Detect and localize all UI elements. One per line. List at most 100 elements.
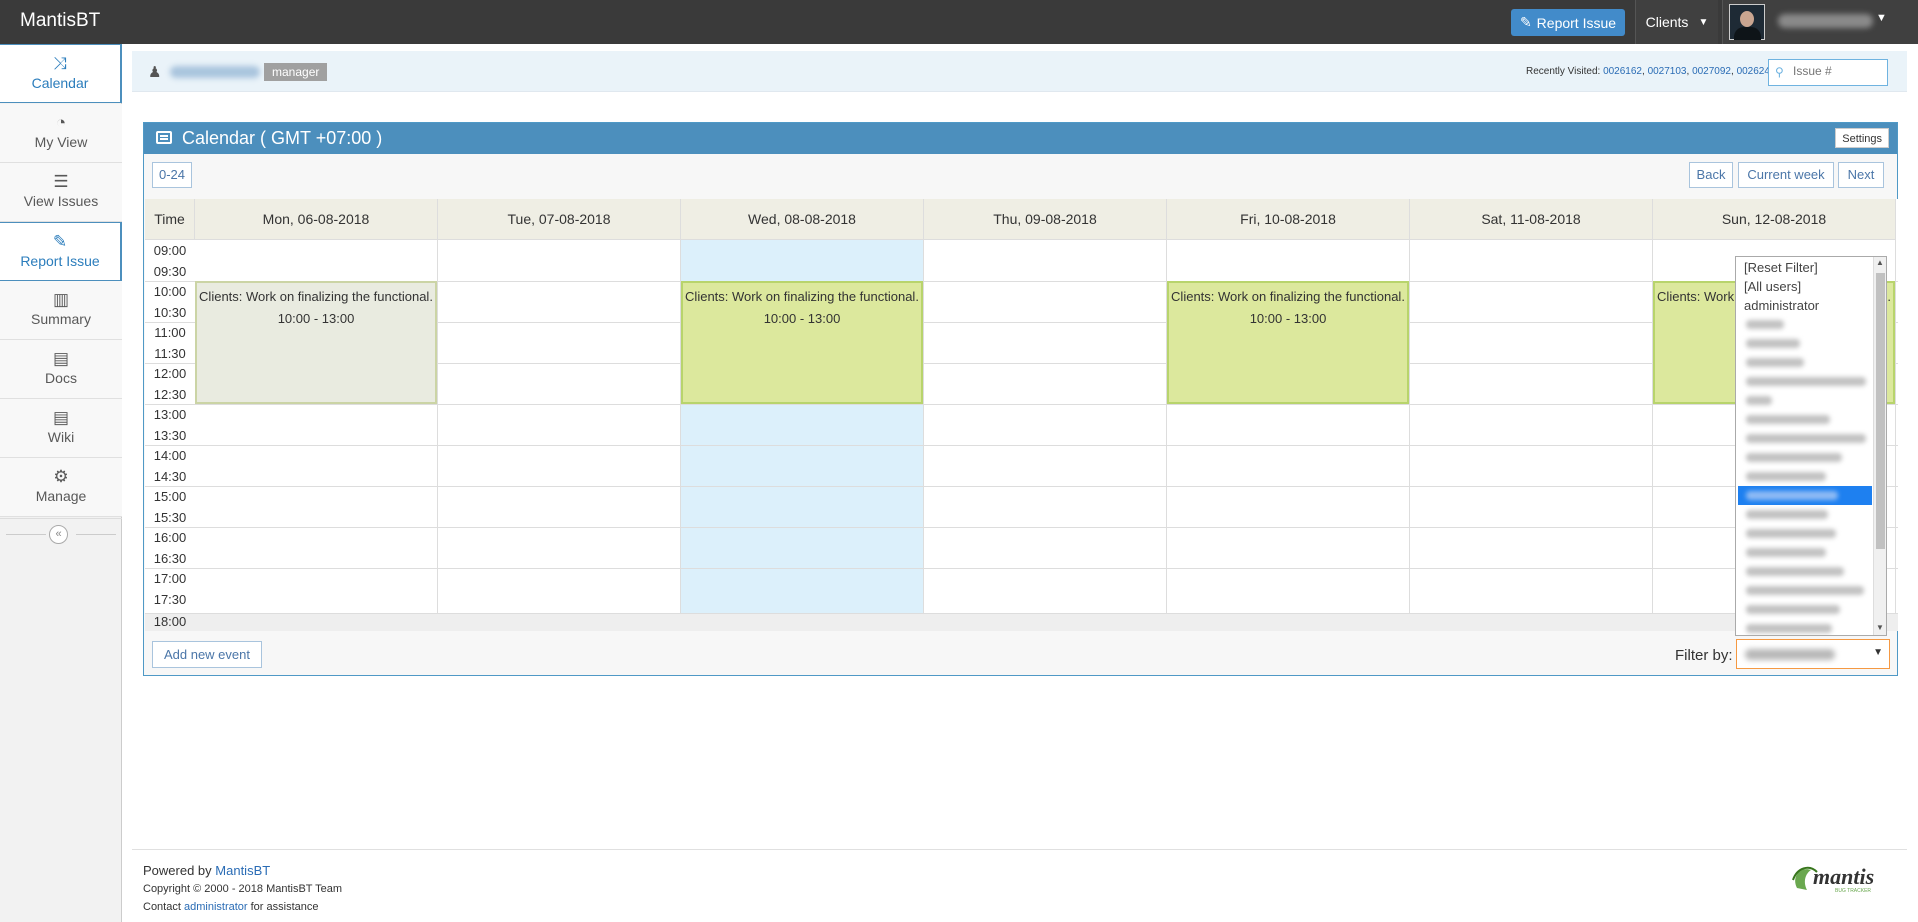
day-header: Sun, 12-08-2018 — [1653, 199, 1896, 240]
calendar-icon — [156, 131, 172, 144]
dropdown-option-redacted[interactable] — [1738, 429, 1872, 448]
calendar-grid: Time Mon, 06-08-2018 Tue, 07-08-2018 Wed, 0… — [145, 199, 1898, 631]
dropdown-option-redacted[interactable] — [1738, 600, 1872, 619]
filter-dropdown-list[interactable]: ▲ ▼ [Reset Filter] [All users] administrat… — [1735, 256, 1887, 636]
scroll-up-icon[interactable]: ▲ — [1876, 258, 1884, 267]
day-header: Fri, 10-08-2018 — [1167, 199, 1410, 240]
svg-text:BUG TRACKER: BUG TRACKER — [1835, 888, 1871, 894]
time-slot-label: 12:00 — [153, 366, 187, 381]
time-slot-label: 18:00 — [153, 614, 187, 629]
sidebar-item-label: Report Issue — [20, 253, 100, 269]
sidebar-item-summary[interactable]: ▥ Summary — [0, 281, 122, 340]
chevron-down-icon: ▼ — [1698, 16, 1709, 28]
recent-issue-link[interactable]: 0027092 — [1692, 66, 1731, 77]
issue-number-input[interactable] — [1791, 63, 1881, 79]
event-time: 10:00 - 13:00 — [763, 311, 841, 326]
book-icon: ▤ — [52, 349, 70, 368]
edit-icon: ✎ — [1519, 14, 1532, 30]
time-slot-label: 09:30 — [153, 263, 187, 279]
top-navbar: MantisBT ✎ Report Issue Clients ▼ ▼ — [0, 0, 1918, 44]
user-name-redacted — [1778, 14, 1873, 28]
administrator-link[interactable]: administrator — [184, 901, 248, 913]
issue-search[interactable]: ⚲ — [1768, 59, 1888, 86]
day-header: Thu, 09-08-2018 — [924, 199, 1167, 240]
time-slot-label: 13:00 — [153, 407, 187, 422]
event-title: Clients: Work on finalizing the function… — [685, 289, 919, 304]
sidebar-item-calendar[interactable]: ⤨ Calendar — [0, 44, 122, 103]
scrollbar-thumb[interactable] — [1876, 273, 1885, 549]
dropdown-option-redacted[interactable] — [1738, 543, 1872, 562]
search-icon: ⚲ — [1775, 65, 1784, 79]
gears-icon: ⚙ — [53, 467, 69, 486]
dropdown-option-redacted[interactable] — [1738, 486, 1872, 505]
dropdown-option-redacted[interactable] — [1738, 619, 1872, 635]
dropdown-option-redacted[interactable] — [1738, 334, 1872, 353]
sidebar-item-label: Wiki — [47, 429, 75, 445]
role-badge: manager — [264, 63, 328, 81]
sidebar-item-wiki[interactable]: ▤ Wiki — [0, 399, 122, 458]
calendar-title: Calendar ( GMT +07:00 ) — [182, 128, 383, 148]
recent-issue-link[interactable]: 0027103 — [1648, 66, 1687, 77]
time-slot-label: 14:30 — [153, 468, 187, 484]
username-redacted[interactable] — [170, 66, 260, 78]
scroll-down-icon[interactable]: ▼ — [1876, 623, 1884, 632]
time-slot-label: 13:30 — [153, 427, 187, 443]
sidebar-item-label: View Issues — [23, 193, 99, 209]
time-column-header: Time — [145, 199, 195, 240]
hour-divider — [145, 404, 1898, 405]
sidebar-item-docs[interactable]: ▤ Docs — [0, 340, 122, 399]
dropdown-option-redacted[interactable] — [1738, 581, 1872, 600]
dropdown-option-redacted[interactable] — [1738, 505, 1872, 524]
copyright-text: Copyright © 2000 - 2018 MantisBT Team — [143, 883, 343, 895]
last-time-row — [145, 613, 1898, 631]
calendar-event[interactable]: Clients: Work on finalizing the function… — [681, 281, 923, 404]
dropdown-option-redacted[interactable] — [1738, 315, 1872, 334]
calendar-header: Calendar ( GMT +07:00 ) Settings — [144, 123, 1897, 154]
sidebar-item-report-issue[interactable]: ✎ Report Issue — [0, 222, 122, 281]
dropdown-option-redacted[interactable] — [1738, 353, 1872, 372]
dashboard-icon: ◔ — [55, 113, 67, 132]
dropdown-option[interactable]: [Reset Filter] — [1738, 258, 1872, 277]
sidebar-item-manage[interactable]: ⚙ Manage — [0, 458, 122, 517]
mantisbt-link[interactable]: MantisBT — [215, 863, 270, 878]
add-new-event-button[interactable]: Add new event — [152, 641, 262, 668]
dropdown-option-redacted[interactable] — [1738, 562, 1872, 581]
report-issue-button[interactable]: ✎ Report Issue — [1511, 9, 1625, 36]
time-slot-label: 16:00 — [153, 530, 187, 545]
range-button[interactable]: 0-24 — [152, 162, 192, 188]
dropdown-option[interactable]: [All users] — [1738, 277, 1872, 296]
dropdown-option-redacted[interactable] — [1738, 524, 1872, 543]
dropdown-option-redacted[interactable] — [1738, 372, 1872, 391]
brand-logo[interactable]: MantisBT — [20, 10, 100, 32]
sidebar-item-label: Docs — [45, 370, 77, 386]
current-week-button[interactable]: Current week — [1738, 162, 1834, 188]
svg-text:mantis: mantis — [1813, 864, 1874, 889]
day-column[interactable] — [1410, 240, 1653, 631]
day-column[interactable] — [924, 240, 1167, 631]
dropdown-option[interactable]: administrator — [1738, 296, 1872, 315]
mantis-bug-tracker-logo[interactable]: mantis BUG TRACKER — [1783, 858, 1888, 898]
dropdown-option-redacted[interactable] — [1738, 467, 1872, 486]
dropdown-option-redacted[interactable] — [1738, 391, 1872, 410]
recent-issue-link[interactable]: 0026162 — [1603, 66, 1642, 77]
dropdown-option-redacted[interactable] — [1738, 448, 1872, 467]
back-button[interactable]: Back — [1689, 162, 1733, 188]
next-button[interactable]: Next — [1838, 162, 1884, 188]
calendar-event[interactable]: Clients: Work on finalizing the function… — [195, 281, 437, 404]
day-column[interactable] — [438, 240, 681, 631]
user-menu[interactable]: ▼ — [1723, 0, 1918, 44]
day-header: Tue, 07-08-2018 — [438, 199, 681, 240]
dropdown-scrollbar[interactable]: ▲ ▼ — [1873, 257, 1886, 635]
time-slot-label: 11:00 — [154, 325, 186, 340]
dropdown-option-redacted[interactable] — [1738, 410, 1872, 429]
settings-button[interactable]: Settings — [1835, 128, 1889, 148]
sidebar-item-view-issues[interactable]: ☰ View Issues — [0, 163, 122, 222]
calendar-event[interactable]: Clients: Work on finalizing the function… — [1167, 281, 1409, 404]
filter-select[interactable]: ▼ — [1736, 639, 1890, 669]
sidebar-item-label: Calendar — [31, 75, 89, 91]
collapse-icon[interactable]: « — [49, 525, 68, 544]
recently-visited-label: Recently Visited: — [1525, 66, 1601, 77]
sidebar-item-my-view[interactable]: ◔ My View — [0, 104, 122, 163]
project-dropdown[interactable]: Clients ▼ — [1636, 0, 1718, 44]
filter-label: Filter by: — [1675, 647, 1733, 664]
